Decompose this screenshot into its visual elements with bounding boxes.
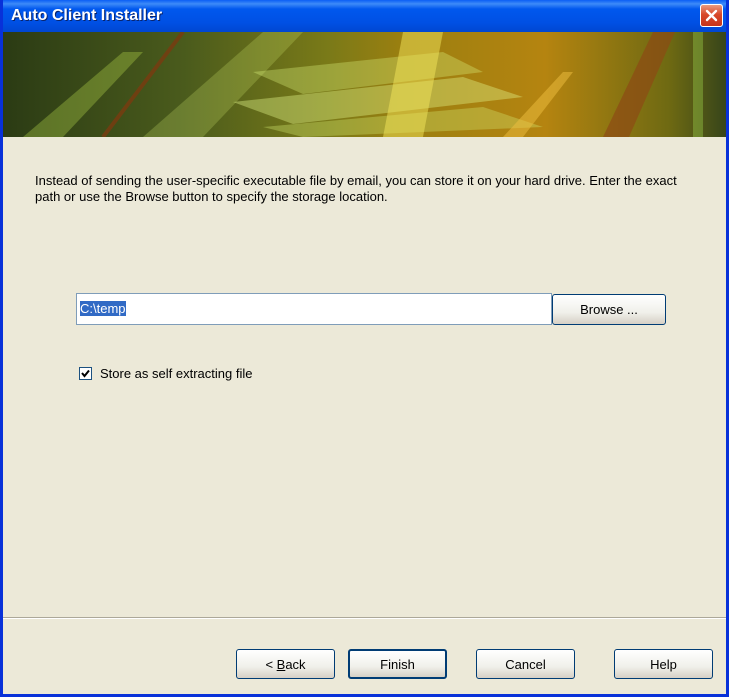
back-accesskey: B xyxy=(276,656,286,672)
header-banner-image xyxy=(3,32,726,137)
back-prefix: < xyxy=(265,656,277,672)
checkbox-label: Store as self extracting file xyxy=(100,366,253,381)
storage-path-input[interactable]: C:\temp xyxy=(76,293,552,325)
window-title: Auto Client Installer xyxy=(11,7,163,24)
finish-button[interactable]: Finish xyxy=(348,649,447,679)
button-separator xyxy=(3,617,726,619)
cancel-button[interactable]: Cancel xyxy=(476,649,575,679)
browse-button[interactable]: Browse ... xyxy=(552,294,666,325)
self-extracting-option[interactable]: Store as self extracting file xyxy=(79,366,252,381)
path-value: C:\temp xyxy=(80,301,126,316)
cancel-label: Cancel xyxy=(505,656,546,672)
back-label: ack xyxy=(285,656,306,672)
close-icon xyxy=(705,9,718,22)
back-button[interactable]: < Back xyxy=(236,649,335,679)
help-button[interactable]: Help xyxy=(614,649,713,679)
title-bar[interactable]: Auto Client Installer xyxy=(3,0,726,32)
close-button[interactable] xyxy=(700,4,723,27)
finish-label: Finish xyxy=(380,656,415,672)
instruction-text: Instead of sending the user-specific exe… xyxy=(35,173,677,204)
checkmark-icon xyxy=(81,369,90,378)
help-label: Help xyxy=(650,656,677,672)
browse-label: Browse ... xyxy=(580,302,638,317)
self-extracting-checkbox[interactable] xyxy=(79,367,92,380)
installer-window: Auto Client Installer Instead of sending… xyxy=(0,0,729,697)
